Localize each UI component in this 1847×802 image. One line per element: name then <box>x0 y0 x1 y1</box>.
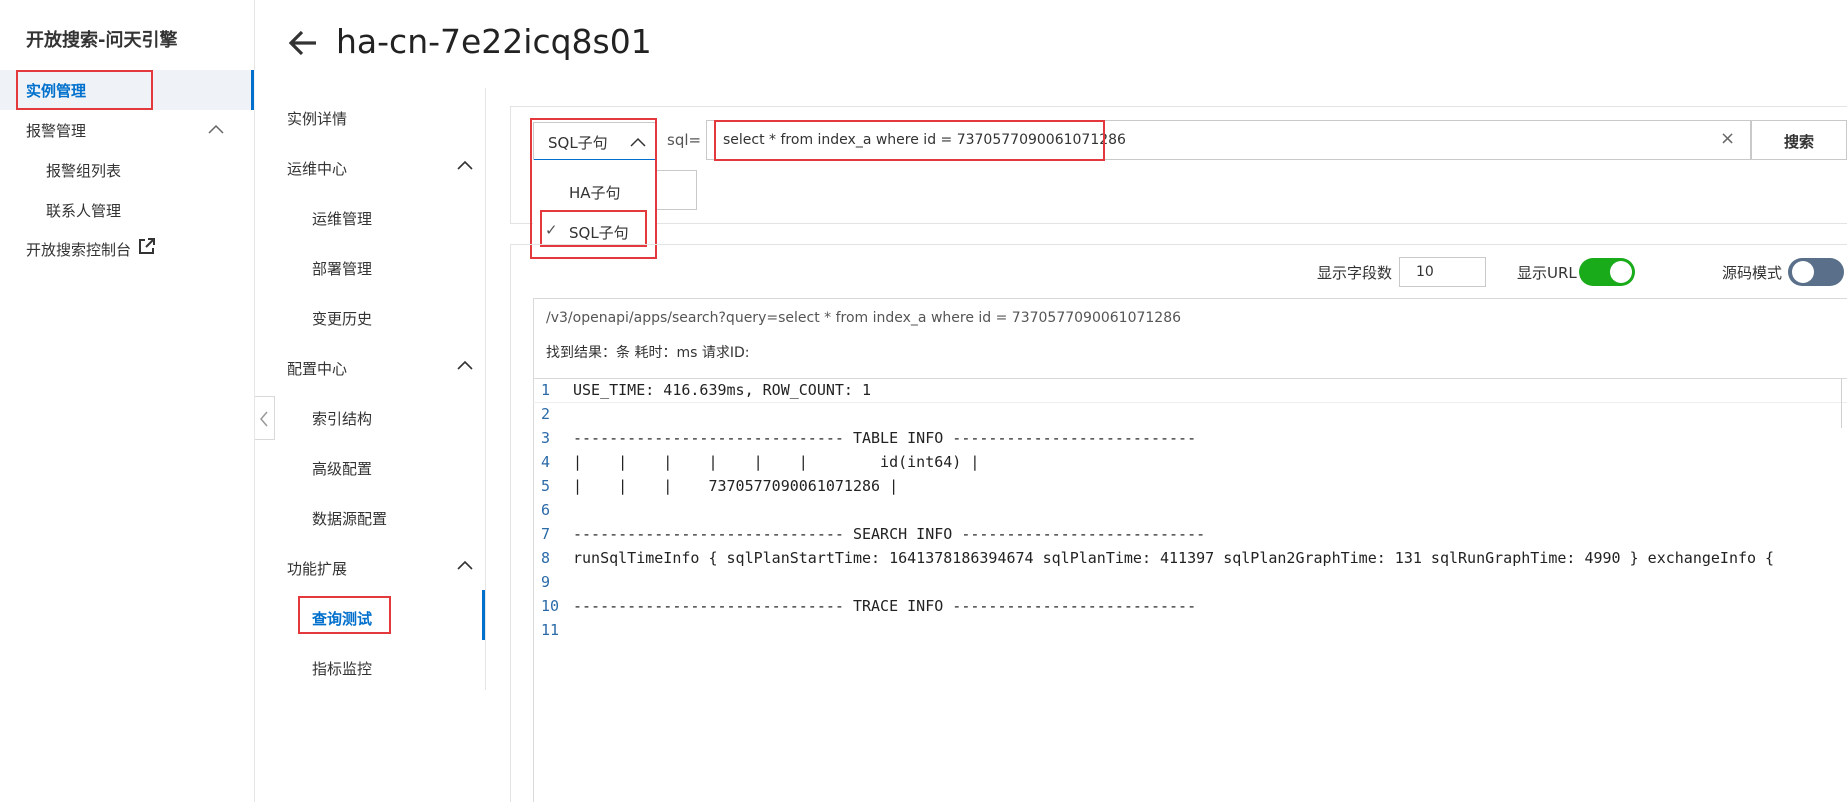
line-number: 8 <box>541 549 551 567</box>
subnav-group-config-center[interactable]: 配置中心 <box>287 358 347 379</box>
code-text: runSqlTimeInfo { sqlPlanStartTime: 16413… <box>573 549 1775 567</box>
code-line: 7 ------------------------------ SEARCH I… <box>533 525 1205 549</box>
source-mode-toggle[interactable] <box>1788 258 1844 286</box>
sql-label: sql= <box>667 131 702 149</box>
subnav-active-indicator <box>482 590 485 640</box>
sidebar-active-indicator <box>251 70 254 110</box>
code-output: 1 USE_TIME: 416.639ms, ROW_COUNT: 1 2 3 ----… <box>533 378 1847 802</box>
request-url: /v3/openapi/apps/search?query=select * f… <box>546 310 1182 326</box>
clear-input-icon[interactable]: × <box>1720 128 1735 149</box>
code-line: 1 USE_TIME: 416.639ms, ROW_COUNT: 1 <box>533 381 871 405</box>
subnav-group-ops-center[interactable]: 运维中心 <box>287 158 347 179</box>
chevron-up-icon[interactable] <box>457 160 473 170</box>
chevron-left-icon <box>260 411 268 427</box>
line-number: 5 <box>541 477 551 495</box>
show-url-toggle[interactable] <box>1579 258 1635 286</box>
code-text: | | | | | | id(int64) | <box>573 453 980 471</box>
chevron-up-icon[interactable] <box>457 560 473 570</box>
toggle-knob <box>1610 261 1632 283</box>
line-number: 11 <box>541 621 560 639</box>
sidebar-item-console[interactable]: 开放搜索控制台 <box>26 239 131 260</box>
code-text: | | | 7370577090061071286 | <box>573 477 899 495</box>
code-line: 8 runSqlTimeInfo { sqlPlanStartTime: 1641… <box>533 549 1774 573</box>
sidebar-item-contacts[interactable]: 联系人管理 <box>46 200 121 221</box>
code-line: 10 ------------------------------ TRACE I… <box>533 597 1196 621</box>
line-number: 9 <box>541 573 551 591</box>
line-number: 6 <box>541 501 551 519</box>
subnav-item-deploy-management[interactable]: 部署管理 <box>312 258 372 279</box>
code-text: ------------------------------ TABLE INF… <box>573 429 1197 447</box>
chevron-up-icon[interactable] <box>208 124 224 134</box>
line-number: 3 <box>541 429 551 447</box>
subnav-item-advanced-config[interactable]: 高级配置 <box>312 458 372 479</box>
subnav-item-metrics-monitor[interactable]: 指标监控 <box>312 658 372 679</box>
code-line: 5 | | | 7370577090061071286 | <box>533 477 898 501</box>
back-arrow-icon[interactable] <box>286 26 320 60</box>
highlight-box-sql-input <box>714 120 1105 161</box>
line-number: 1 <box>541 381 551 399</box>
line-number: 10 <box>541 597 560 615</box>
line-number: 2 <box>541 405 551 423</box>
collapse-sidebar-button[interactable] <box>255 396 275 440</box>
sidebar-brand: 开放搜索-问天引擎 <box>26 30 178 51</box>
scrollbar[interactable] <box>1841 378 1842 428</box>
code-line: 2 <box>533 405 573 429</box>
result-meta: 找到结果：条 耗时：ms 请求ID: <box>546 345 750 361</box>
highlight-box-instance-mgmt <box>16 70 153 110</box>
code-line: 9 <box>533 573 573 597</box>
fields-count-input[interactable]: 10 <box>1399 257 1486 287</box>
code-line: 6 <box>533 501 573 525</box>
subnav-item-ops-management[interactable]: 运维管理 <box>312 208 372 229</box>
subnav-item-index-structure[interactable]: 索引结构 <box>312 408 372 429</box>
sidebar-item-alarm-groups[interactable]: 报警组列表 <box>46 160 121 181</box>
code-text: ------------------------------ TRACE INF… <box>573 597 1197 615</box>
line-number: 4 <box>541 453 551 471</box>
source-mode-label: 源码模式 <box>1722 264 1783 282</box>
code-line: 4 | | | | | | id(int64) | <box>533 453 979 477</box>
toggle-knob <box>1792 261 1814 283</box>
chevron-up-icon[interactable] <box>457 360 473 370</box>
code-line: 11 <box>533 621 573 645</box>
subnav-item-datasource-config[interactable]: 数据源配置 <box>312 508 387 529</box>
sidebar-item-alarm-management[interactable]: 报警管理 <box>26 120 86 141</box>
highlight-box-sql-option <box>540 210 647 247</box>
page-title: ha-cn-7e22icq8s01 <box>336 22 652 61</box>
line-number: 7 <box>541 525 551 543</box>
external-link-icon[interactable] <box>138 237 156 255</box>
subnav-item-instance-detail[interactable]: 实例详情 <box>287 108 347 129</box>
show-url-label: 显示URL <box>1517 264 1577 282</box>
subnav-item-change-history[interactable]: 变更历史 <box>312 308 372 329</box>
code-text: USE_TIME: 416.639ms, ROW_COUNT: 1 <box>573 381 872 399</box>
search-button[interactable]: 搜索 <box>1751 120 1847 160</box>
highlight-box-query-test <box>298 596 391 634</box>
subnav-group-feature-ext[interactable]: 功能扩展 <box>287 558 347 579</box>
code-line: 3 ------------------------------ TABLE IN… <box>533 429 1196 453</box>
fields-count-label: 显示字段数 <box>1317 264 1393 282</box>
code-text: ------------------------------ SEARCH IN… <box>573 525 1206 543</box>
